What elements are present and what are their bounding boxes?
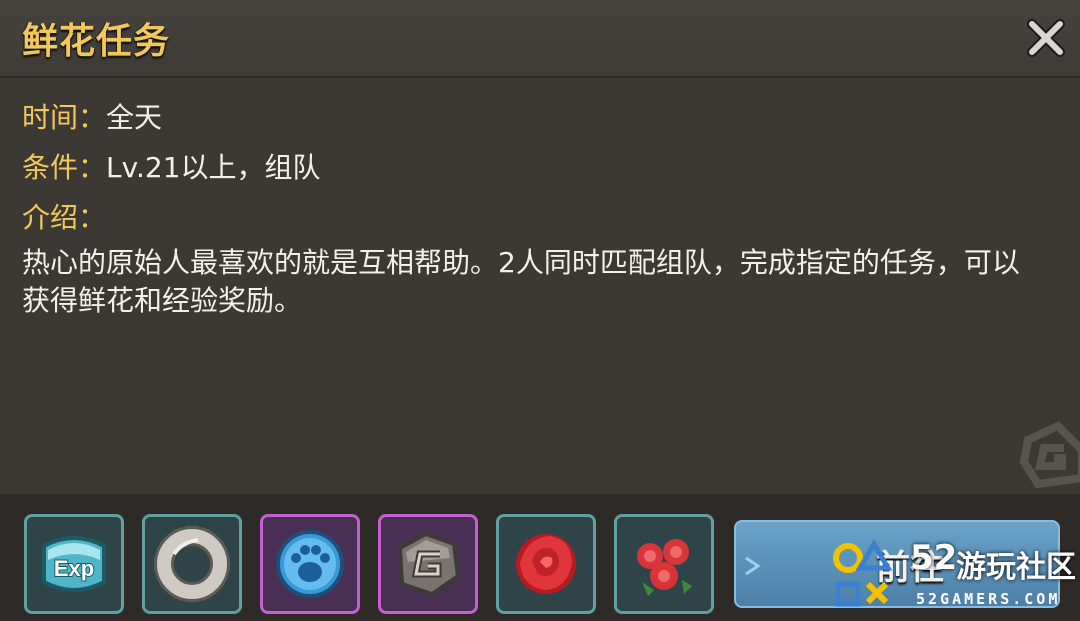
exp-icon: Exp [42,536,106,592]
close-icon [1027,19,1065,57]
watermark-name: 游玩社区 [956,550,1076,585]
site-watermark: 52 游玩社区 52GAMERS.COM [830,538,1080,618]
time-row: 时间：全天 [22,96,162,136]
rose-bouquet-icon [637,539,692,596]
reward-slot-rose[interactable] [496,514,596,614]
panel-header: 鲜花任务 [0,0,1080,78]
condition-value: Lv.21以上，组队 [106,151,321,184]
intro-text: 热心的原始人最喜欢的就是互相帮助。2人同时匹配组队，完成指定的任务，可以获得鲜花… [22,246,1020,317]
reward-slot-stone-ring[interactable] [142,514,242,614]
arrow-right-icon [745,556,761,576]
time-value: 全天 [106,101,163,134]
intro-row: 介绍： [22,196,106,236]
close-button[interactable] [1024,16,1068,60]
gamepad-symbols-icon [833,539,893,607]
reward-slot-rose-bouquet[interactable] [614,514,714,614]
rose-icon [516,534,576,594]
condition-label: 条件： [22,151,107,184]
watermark-url: 52GAMERS.COM [916,590,1061,608]
stone-ring-icon [154,526,230,602]
reward-slot-stone-coin[interactable] [378,514,478,614]
exp-text: Exp [54,556,94,581]
reward-slot-blue-paw[interactable] [260,514,360,614]
panel-title: 鲜花任务 [22,21,171,62]
g-logo-icon [1019,421,1080,489]
watermark-number: 52 [910,538,958,578]
intro-label: 介绍： [22,201,107,234]
blue-paw-icon [276,530,344,598]
time-label: 时间： [22,101,107,134]
stone-g-coin-icon [397,531,461,597]
condition-row: 条件：Lv.21以上，组队 [22,146,321,186]
reward-slot-exp[interactable]: Exp [24,514,124,614]
